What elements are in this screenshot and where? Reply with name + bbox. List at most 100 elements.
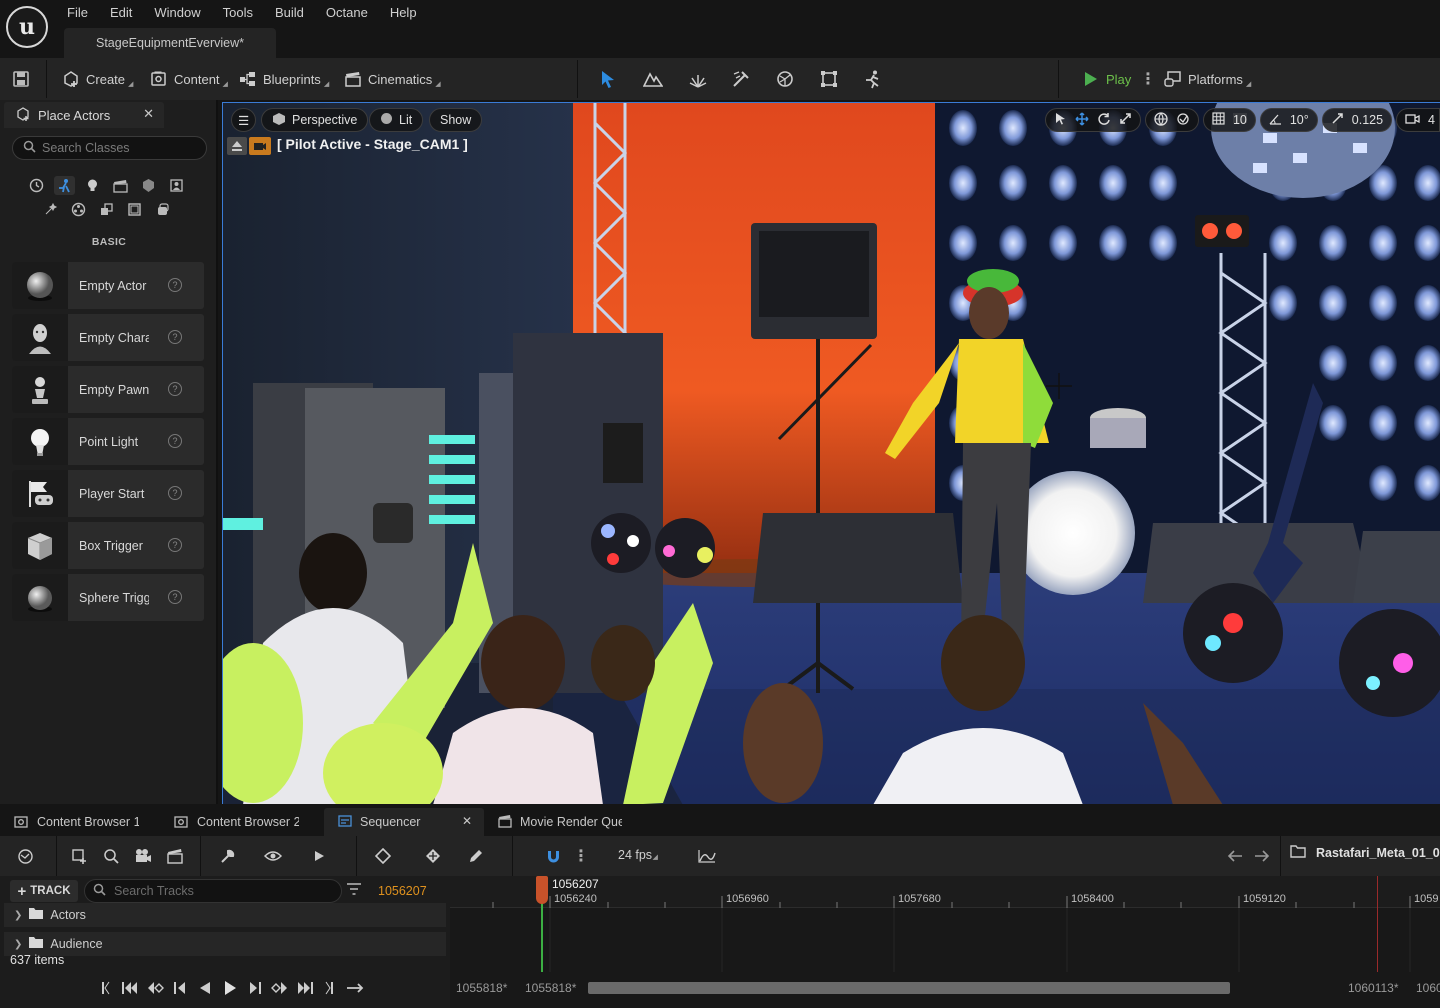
track-row-actors[interactable]: ❯ Actors — [4, 903, 446, 927]
previous-key-icon[interactable] — [117, 976, 142, 1000]
help-icon[interactable]: ? — [168, 590, 182, 604]
all-classes-category-icon[interactable] — [68, 200, 89, 219]
unreal-logo-icon[interactable]: u — [6, 6, 48, 48]
mesh-paint-mode-icon[interactable] — [730, 68, 752, 90]
next-key-icon[interactable] — [292, 976, 317, 1000]
next-keyframe-icon[interactable] — [267, 976, 292, 1000]
help-icon[interactable]: ? — [168, 486, 182, 500]
create-camera-icon[interactable] — [132, 846, 154, 866]
surface-snap-icon[interactable] — [1176, 112, 1190, 129]
snap-magnet-icon[interactable] — [542, 846, 564, 866]
menu-help[interactable]: Help — [379, 2, 428, 24]
scale-snap-control[interactable]: 0.125 — [1321, 108, 1393, 132]
previous-keyframe-icon[interactable] — [142, 976, 167, 1000]
scale-icon[interactable] — [1119, 112, 1132, 128]
save-sequence-icon[interactable] — [68, 846, 90, 866]
tab-movie-render-queue[interactable]: Movie Render Queue — [484, 808, 624, 836]
add-key-icon[interactable] — [422, 846, 444, 866]
timeline-scrollbar[interactable] — [588, 982, 1230, 994]
geometry-category-icon[interactable] — [124, 200, 145, 219]
render-movie-icon[interactable] — [164, 846, 186, 866]
animation-mode-icon[interactable] — [862, 68, 884, 90]
actor-item-player-start[interactable]: Player Start ? — [12, 470, 204, 517]
show-button[interactable]: Show — [429, 108, 483, 132]
menu-octane[interactable]: Octane — [315, 2, 379, 24]
playhead-handle[interactable] — [536, 876, 548, 904]
loop-icon[interactable] — [342, 976, 367, 1000]
menu-window[interactable]: Window — [143, 2, 211, 24]
visual-effects-category-icon[interactable] — [138, 176, 159, 195]
blueprint-category-icon[interactable] — [152, 200, 173, 219]
camera-icon[interactable] — [249, 137, 271, 155]
camera-speed-control[interactable]: 4 — [1396, 108, 1440, 132]
select-mode-icon[interactable] — [597, 68, 619, 90]
tab-sequencer[interactable]: Sequencer ✕ — [324, 808, 484, 836]
add-track-button[interactable]: + TRACK — [10, 880, 78, 902]
snap-options-kebab-icon[interactable]: ⋮ — [570, 846, 592, 866]
key-interpolation-icon[interactable] — [372, 846, 394, 866]
landscape-mode-icon[interactable] — [642, 68, 664, 90]
find-in-content-browser-icon[interactable] — [100, 846, 122, 866]
create-button[interactable]: Create ◢ — [62, 66, 133, 92]
close-icon[interactable]: ✕ — [143, 106, 154, 122]
play-options-button[interactable]: ⋮ — [1140, 66, 1156, 92]
modeling-mode-icon[interactable] — [818, 68, 840, 90]
expand-chevron-icon[interactable]: ❯ — [14, 910, 22, 921]
range-start[interactable]: 1055818* — [525, 981, 576, 995]
cinematic-category-icon[interactable] — [110, 176, 131, 195]
forward-arrow-icon[interactable] — [1251, 846, 1273, 866]
menu-tools[interactable]: Tools — [212, 2, 264, 24]
place-actors-tab[interactable]: Place Actors ✕ — [4, 102, 164, 128]
lights-category-icon[interactable] — [82, 176, 103, 195]
actions-wrench-icon[interactable] — [216, 846, 238, 866]
sequencer-timeline[interactable]: 1056240 1056960 1057680 1058400 1059120 … — [450, 876, 1440, 1008]
rotation-snap-control[interactable]: 10° — [1259, 108, 1318, 132]
grid-snap-control[interactable]: 10 — [1202, 108, 1256, 132]
sequence-selector[interactable]: Rastafari_Meta_01_0 — [1290, 844, 1440, 861]
help-icon[interactable]: ? — [168, 382, 182, 396]
world-selector-icon[interactable] — [14, 846, 36, 866]
rotate-icon[interactable] — [1097, 112, 1111, 129]
world-globe-icon[interactable] — [1154, 111, 1168, 129]
actor-item-empty-actor[interactable]: Empty Actor ? — [12, 262, 204, 309]
shapes-category-icon[interactable] — [96, 200, 117, 219]
menu-edit[interactable]: Edit — [99, 2, 143, 24]
jump-to-start-icon[interactable] — [92, 976, 117, 1000]
step-forward-icon[interactable] — [242, 976, 267, 1000]
recent-icon[interactable] — [26, 176, 47, 195]
jump-to-end-icon[interactable] — [317, 976, 342, 1000]
actor-item-sphere-trigger[interactable]: Sphere Trigger ? — [12, 574, 204, 621]
fracture-mode-icon[interactable] — [774, 68, 796, 90]
playback-options-icon[interactable] — [308, 846, 330, 866]
foliage-mode-icon[interactable] — [687, 68, 709, 90]
current-frame-field[interactable]: 1056207 — [378, 884, 427, 898]
perspective-button[interactable]: Perspective — [261, 108, 369, 132]
select-arrow-icon[interactable] — [1054, 112, 1067, 128]
back-arrow-icon[interactable] — [1224, 846, 1246, 866]
menu-build[interactable]: Build — [264, 2, 315, 24]
close-icon[interactable]: ✕ — [462, 814, 472, 828]
tab-content-browser-1[interactable]: Content Browser 1 — [0, 808, 160, 836]
actor-item-empty-pawn[interactable]: Empty Pawn ? — [12, 366, 204, 413]
play-button[interactable]: Play — [1082, 66, 1131, 92]
curve-editor-icon[interactable] — [696, 846, 718, 866]
range-start-outer[interactable]: 1055818* — [456, 981, 507, 995]
search-tracks-input[interactable]: Search Tracks — [84, 879, 342, 903]
translate-icon[interactable] — [1075, 111, 1089, 129]
edit-pencil-icon[interactable] — [464, 846, 486, 866]
filter-icon[interactable] — [346, 882, 362, 899]
playback-end-marker[interactable] — [1377, 876, 1378, 972]
lit-button[interactable]: Lit — [369, 108, 424, 132]
step-back-icon[interactable] — [167, 976, 192, 1000]
expand-chevron-icon[interactable]: ❯ — [14, 939, 22, 950]
play-reverse-icon[interactable] — [192, 976, 217, 1000]
range-end[interactable]: 1060113* — [1348, 981, 1399, 995]
viewport-menu-button[interactable]: ☰ — [231, 108, 257, 132]
volumes-category-icon[interactable] — [166, 176, 187, 195]
level-viewport[interactable]: ☰ Perspective Lit Show [ Pilot Active - … — [222, 102, 1440, 804]
help-icon[interactable]: ? — [168, 434, 182, 448]
basic-category-icon[interactable] — [54, 176, 75, 195]
search-classes-input[interactable]: Search Classes — [12, 136, 207, 160]
help-icon[interactable]: ? — [168, 330, 182, 344]
effects-category-icon[interactable] — [40, 200, 61, 219]
